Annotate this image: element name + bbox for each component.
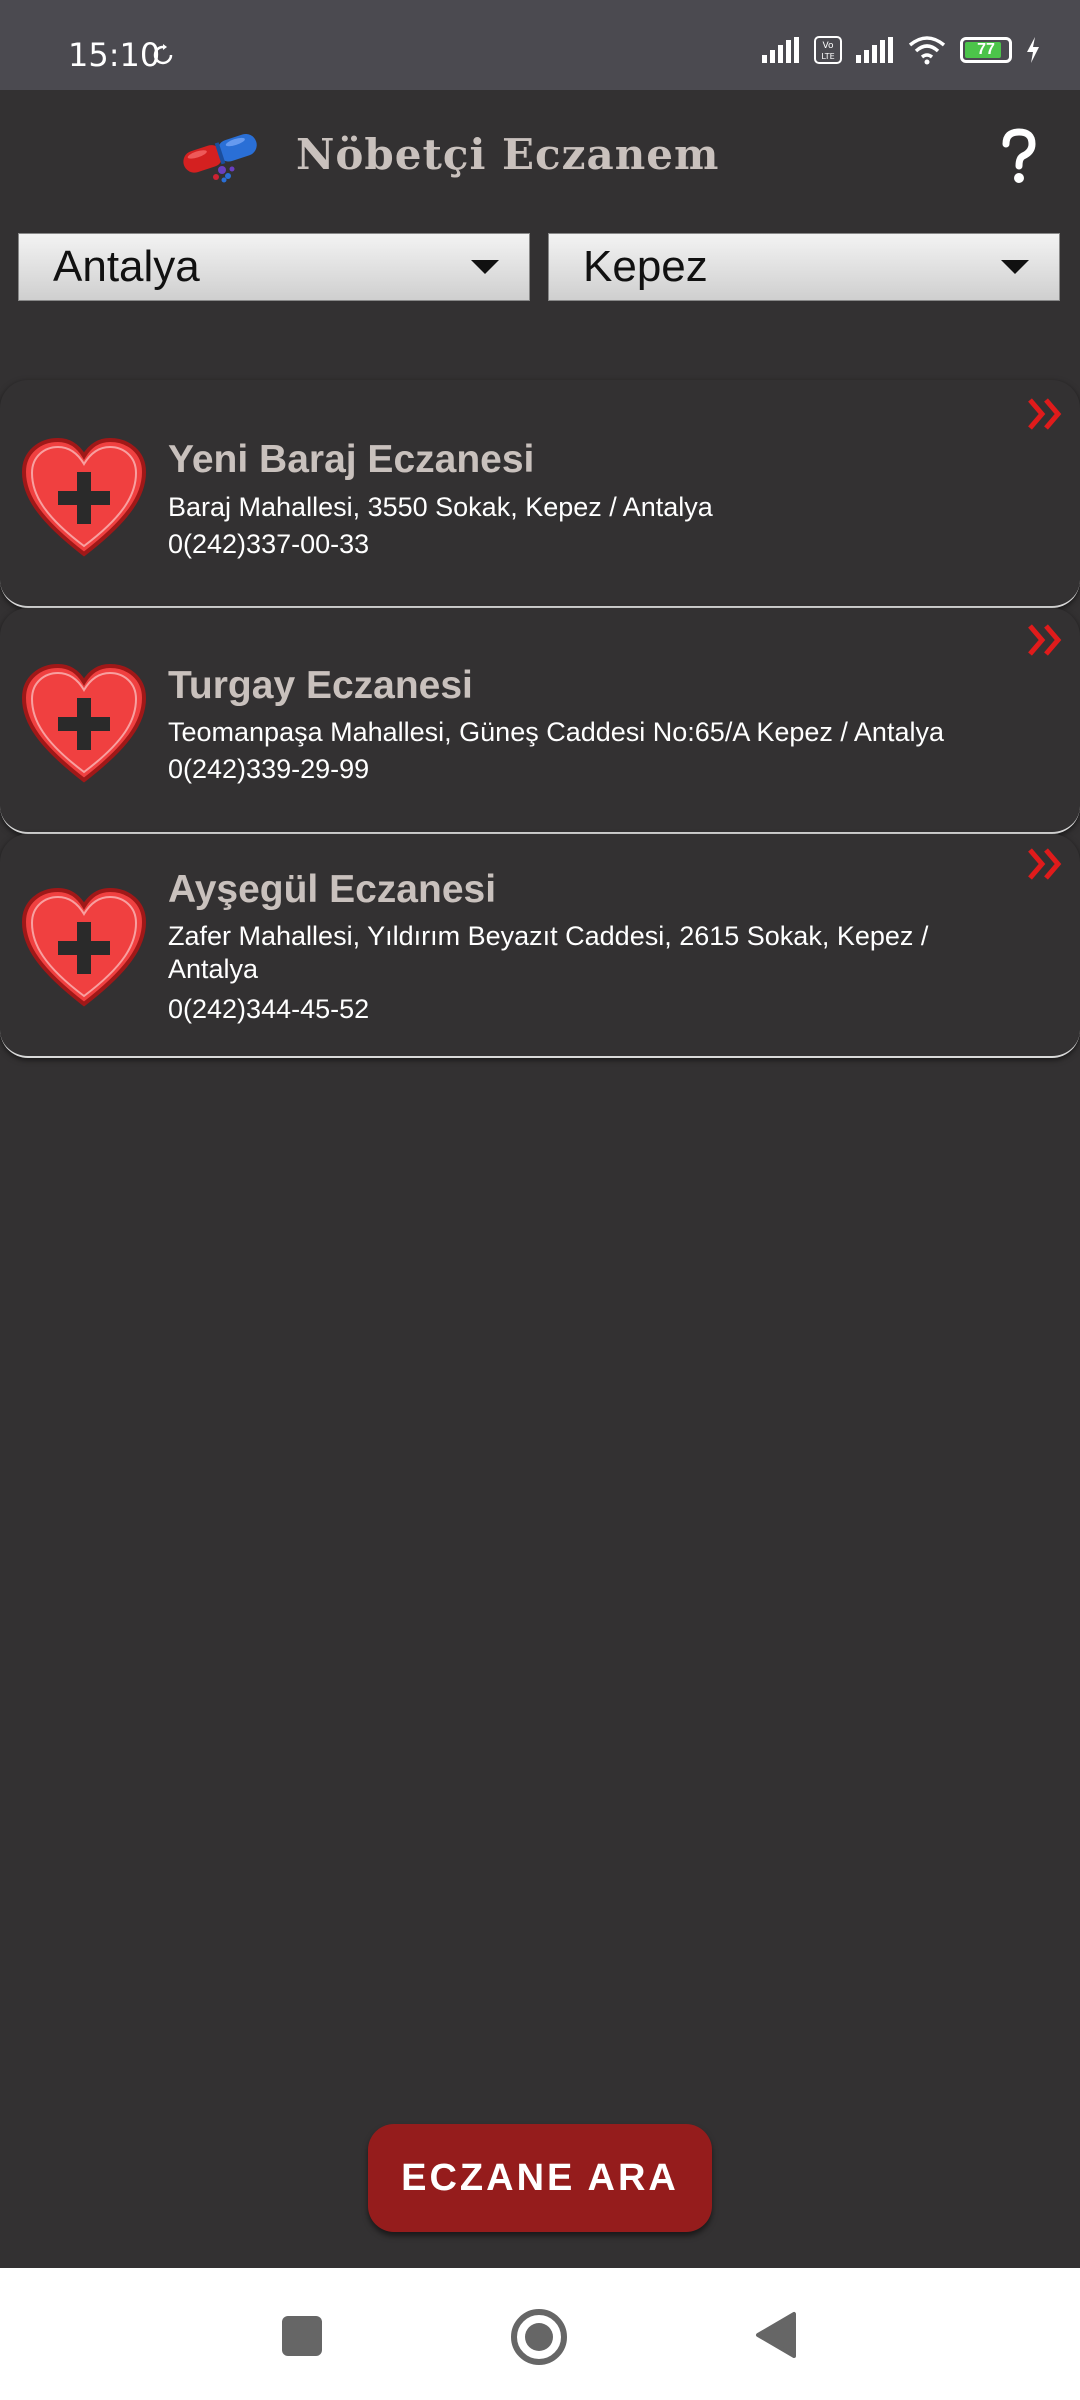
svg-text:Vo: Vo: [823, 41, 834, 51]
double-chevron-right-icon[interactable]: [1026, 396, 1066, 432]
battery-level: 77: [977, 41, 995, 58]
status-time: 15:10: [68, 36, 161, 74]
app-header: Nöbetçi Eczanem: [0, 90, 1080, 220]
pharmacy-card[interactable]: Ayşegül Eczanesi Zafer Mahallesi, Yıldır…: [0, 834, 1080, 1058]
svg-text:LTE: LTE: [821, 52, 834, 61]
charging-icon: [1027, 37, 1039, 63]
system-nav-bar: [0, 2268, 1080, 2400]
volte-icon: Vo LTE: [814, 36, 842, 64]
pharmacy-card[interactable]: Yeni Baraj Eczanesi Baraj Mahallesi, 355…: [0, 380, 1080, 608]
pharmacy-address: Zafer Mahallesi, Yıldırım Beyazıt Caddes…: [168, 921, 929, 984]
pharmacy-heart-icon: [21, 887, 147, 1007]
recent-apps-icon[interactable]: [282, 2316, 322, 2356]
pharmacy-address: Baraj Mahallesi, 3550 Sokak, Kepez / Ant…: [168, 492, 713, 522]
pharmacy-card[interactable]: Turgay Eczanesi Teomanpaşa Mahallesi, Gü…: [0, 608, 1080, 834]
app-title: Nöbetçi Eczanem: [296, 130, 720, 179]
pharmacy-name: Turgay Eczanesi: [168, 664, 473, 707]
pharmacy-name: Yeni Baraj Eczanesi: [168, 438, 535, 481]
district-dropdown[interactable]: Kepez: [548, 233, 1060, 301]
back-icon[interactable]: [754, 2310, 798, 2360]
pharmacy-address: Teomanpaşa Mahallesi, Güneş Caddesi No:6…: [168, 717, 944, 747]
search-pharmacy-button[interactable]: ECZANE ARA: [368, 2124, 712, 2232]
city-dropdown[interactable]: Antalya: [18, 233, 530, 301]
double-chevron-right-icon[interactable]: [1026, 622, 1066, 658]
wifi-icon: [908, 36, 946, 65]
chevron-down-icon: [1001, 260, 1029, 274]
status-bar: 15:10 Vo LTE 77: [0, 0, 1080, 90]
pharmacy-phone[interactable]: 0(242)337-00-33: [168, 529, 369, 560]
home-icon[interactable]: [510, 2308, 568, 2366]
help-icon[interactable]: [996, 128, 1042, 184]
pharmacy-phone[interactable]: 0(242)344-45-52: [168, 994, 369, 1025]
pill-logo-icon: [183, 133, 257, 183]
pharmacy-phone[interactable]: 0(242)339-29-99: [168, 754, 369, 785]
pharmacy-heart-icon: [21, 437, 147, 557]
pharmacy-heart-icon: [21, 663, 147, 783]
district-dropdown-value: Kepez: [583, 242, 708, 291]
chevron-down-icon: [471, 260, 499, 274]
status-icons: Vo LTE 77: [762, 30, 1040, 70]
battery-icon: 77: [960, 37, 1012, 63]
sync-icon: [153, 44, 173, 65]
pharmacy-list: Yeni Baraj Eczanesi Baraj Mahallesi, 355…: [0, 380, 1080, 1058]
double-chevron-right-icon[interactable]: [1026, 846, 1066, 882]
city-dropdown-value: Antalya: [53, 242, 200, 291]
signal-icon: [856, 37, 893, 63]
pharmacy-name: Ayşegül Eczanesi: [168, 868, 497, 911]
signal-icon: [762, 37, 799, 63]
